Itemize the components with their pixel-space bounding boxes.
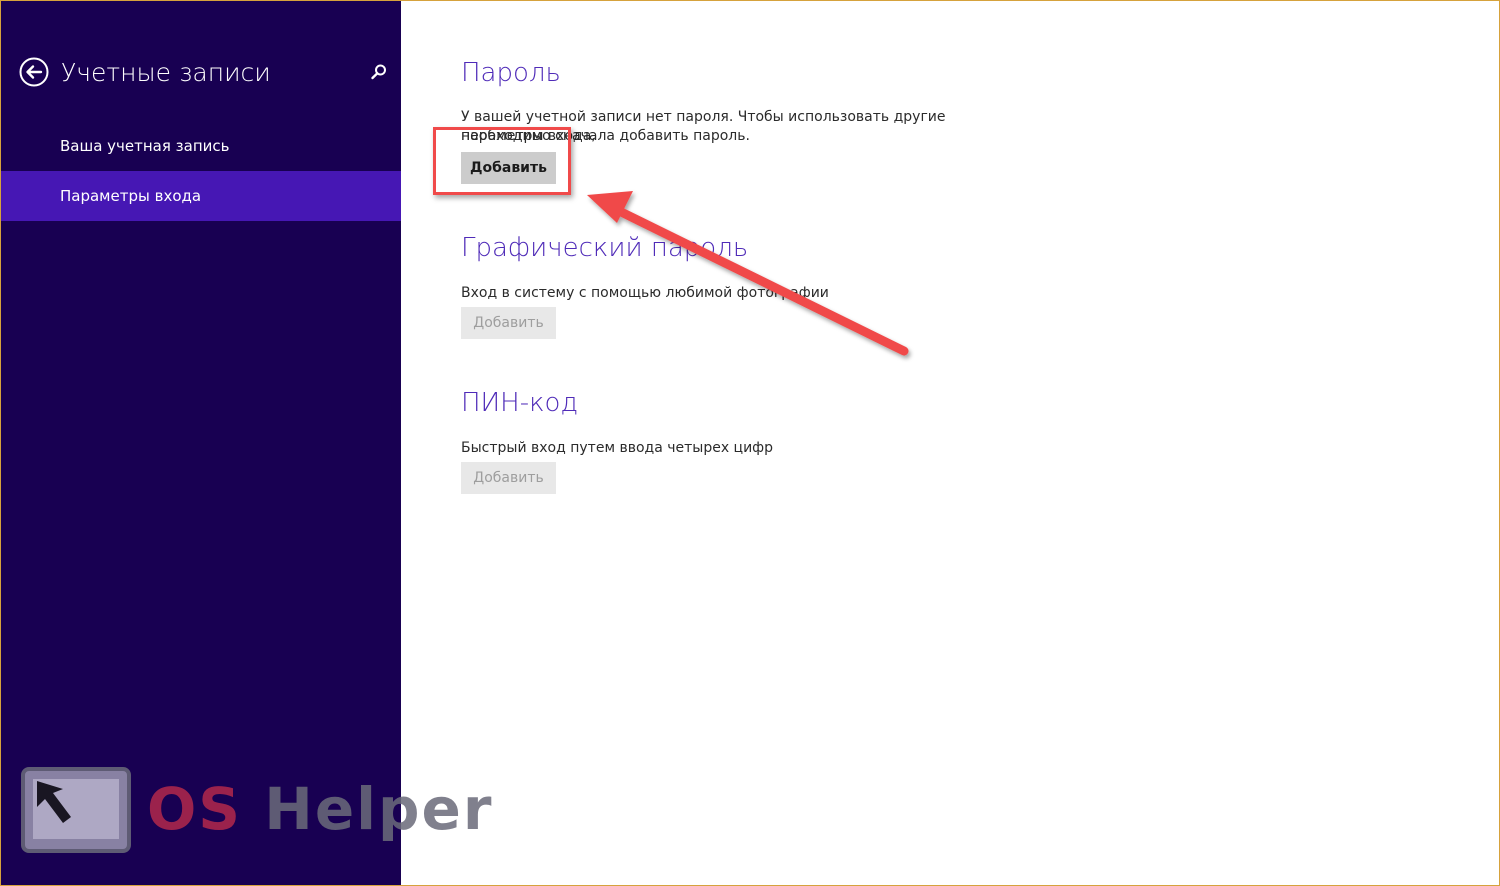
sidebar-title: Учетные записи: [61, 58, 271, 87]
watermark-os: OS: [147, 775, 243, 843]
pin-description: Быстрый вход путем ввода четырех цифр: [461, 440, 774, 456]
picture-password-description: Вход в систему с помощью любимой фотогра…: [461, 285, 829, 301]
sidebar-item-label: Параметры входа: [60, 187, 202, 205]
add-picture-password-button: Добавить: [461, 307, 556, 339]
sidebar-item-your-account[interactable]: Ваша учетная запись: [1, 121, 401, 171]
watermark-helper: Helper: [264, 775, 494, 843]
sidebar-item-sign-in-options[interactable]: Параметры входа: [1, 171, 401, 221]
pin-heading: ПИН-код: [461, 388, 579, 418]
picture-password-heading: Графический пароль: [461, 233, 749, 263]
sidebar: Учетные записи Ваша учетная запись Парам…: [1, 1, 491, 885]
add-pin-button: Добавить: [461, 462, 556, 494]
sidebar-item-label: Ваша учетная запись: [60, 137, 230, 155]
annotation-highlight-box: [433, 127, 571, 195]
monitor-cursor-icon: [21, 767, 131, 853]
settings-window: Учетные записи Ваша учетная запись Парам…: [1, 1, 1499, 885]
main-content: Пароль У вашей учетной записи нет пароля…: [461, 1, 1461, 885]
sidebar-header: Учетные записи: [19, 56, 389, 90]
watermark-text: OS Helper: [147, 775, 494, 843]
watermark-logo: OS Helper: [19, 767, 491, 867]
search-icon[interactable]: [369, 62, 389, 82]
password-heading: Пароль: [461, 58, 561, 88]
back-arrow-icon[interactable]: [19, 57, 49, 87]
